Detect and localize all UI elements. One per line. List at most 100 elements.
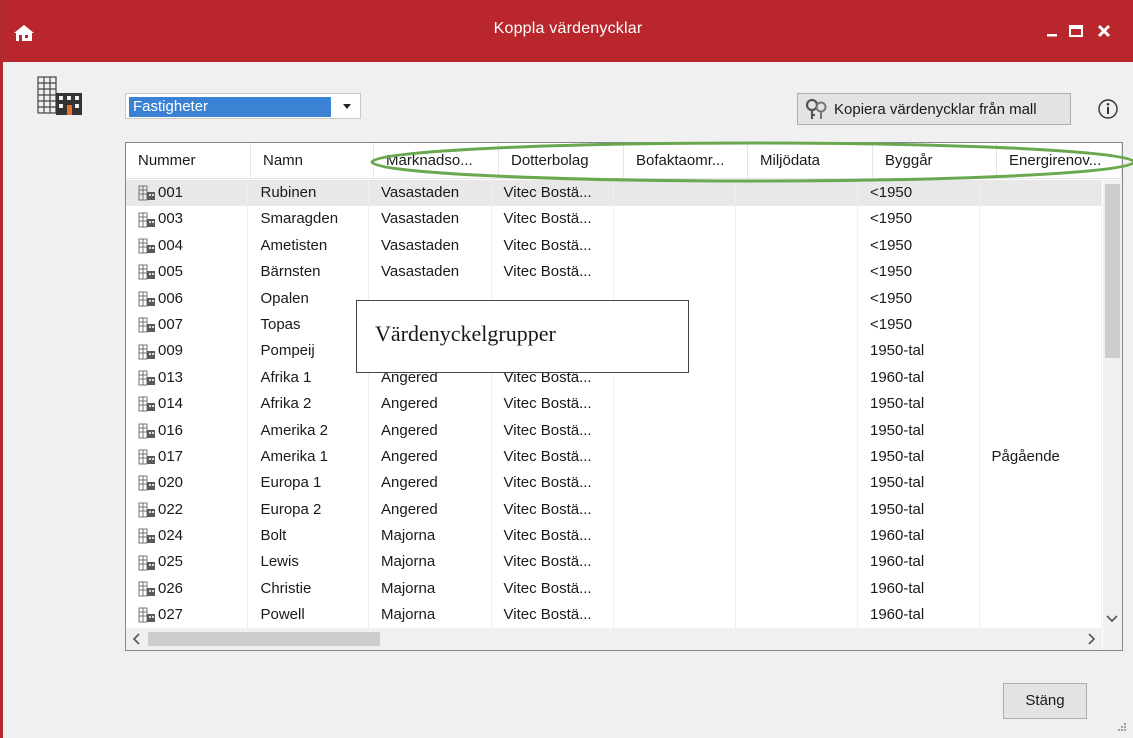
- table-cell: [736, 496, 858, 524]
- table-cell: 013: [126, 364, 249, 392]
- property-number: 025: [158, 553, 184, 571]
- table-cell: 024: [126, 523, 249, 550]
- property-icon: [138, 238, 156, 254]
- table-row[interactable]: 024 Bolt Majorna Vitec Bostä... 1960-tal: [126, 523, 1102, 550]
- table-cell: [614, 575, 736, 603]
- table-cell: [736, 602, 858, 629]
- resize-grip-icon[interactable]: [1115, 720, 1127, 732]
- table-cell: 004: [126, 232, 249, 260]
- column-header[interactable]: Energirenov...: [997, 143, 1122, 179]
- column-header[interactable]: Bofaktaomr...: [624, 143, 748, 179]
- category-select[interactable]: Fastigheter: [125, 93, 361, 119]
- table-cell: Vitec Bostä...: [492, 232, 614, 260]
- scroll-down-icon[interactable]: [1106, 614, 1118, 624]
- table-row[interactable]: 017 Amerika 1 Angered Vitec Bostä... 1950-ta…: [126, 443, 1102, 471]
- table-cell: <1950: [858, 180, 980, 207]
- table-cell: Afrika 2: [248, 391, 370, 418]
- close-button[interactable]: Stäng: [1003, 683, 1087, 719]
- annotation-callout: Värdenyckelgrupper: [356, 300, 689, 373]
- table-cell: [736, 523, 858, 550]
- table-cell: Vitec Bostä...: [492, 549, 614, 576]
- table-cell: 1950-tal: [858, 496, 980, 524]
- vertical-scroll-thumb[interactable]: [1105, 184, 1120, 358]
- table-cell: 1960-tal: [858, 575, 980, 603]
- table-cell: Majorna: [369, 575, 492, 603]
- table-row[interactable]: 022 Europa 2 Angered Vitec Bostä... 1950-tal: [126, 496, 1102, 524]
- property-icon: [138, 264, 156, 280]
- property-number: 005: [158, 263, 184, 281]
- table-cell: [736, 470, 858, 497]
- property-icon: [138, 423, 156, 439]
- table-cell: 005: [126, 259, 249, 286]
- table-cell: [736, 259, 858, 286]
- table-cell: Majorna: [369, 523, 492, 550]
- table-cell: [614, 259, 736, 286]
- close-icon[interactable]: [1093, 20, 1115, 42]
- table-cell: Ametisten: [248, 232, 370, 260]
- table-cell: 1950-tal: [858, 391, 980, 418]
- table-cell: 027: [126, 602, 249, 629]
- table-row[interactable]: 001 Rubinen Vasastaden Vitec Bostä... <1950: [126, 180, 1102, 207]
- table-cell: [980, 206, 1102, 233]
- chevron-down-icon[interactable]: [334, 94, 360, 118]
- table-cell: [980, 364, 1102, 392]
- table-cell: [980, 338, 1102, 365]
- property-icon: [138, 317, 156, 333]
- table-cell: [614, 443, 736, 471]
- table-row[interactable]: 020 Europa 1 Angered Vitec Bostä... 1950-tal: [126, 470, 1102, 497]
- property-number: 026: [158, 579, 184, 597]
- property-icon: [138, 607, 156, 623]
- info-icon[interactable]: [1097, 98, 1119, 120]
- table-row[interactable]: 014 Afrika 2 Angered Vitec Bostä... 1950-tal: [126, 391, 1102, 418]
- table-cell: Smaragden: [248, 206, 370, 233]
- table-cell: [980, 549, 1102, 576]
- column-header[interactable]: Byggår: [873, 143, 997, 179]
- table-cell: 1950-tal: [858, 443, 980, 471]
- column-header[interactable]: Nummer: [126, 143, 251, 179]
- property-icon: [138, 555, 156, 571]
- table-cell: 006: [126, 285, 249, 312]
- table-cell: Christie: [248, 575, 370, 603]
- table-cell: Majorna: [369, 602, 492, 629]
- table-cell: Vitec Bostä...: [492, 206, 614, 233]
- table-header: Nummer Namn Marknadso... Dotterbolag Bofakta…: [126, 143, 1122, 179]
- table-cell: [980, 285, 1102, 312]
- property-icon: [138, 370, 156, 386]
- table-cell: Vitec Bostä...: [492, 523, 614, 550]
- table-cell: <1950: [858, 232, 980, 260]
- properties-table[interactable]: Nummer Namn Marknadso... Dotterbolag Bofakta…: [125, 142, 1123, 651]
- scroll-left-icon[interactable]: [132, 633, 142, 645]
- title-bar[interactable]: Koppla värdenycklar: [3, 0, 1133, 62]
- property-number: 013: [158, 368, 184, 386]
- column-header[interactable]: Marknadso...: [374, 143, 499, 179]
- table-row[interactable]: 003 Smaragden Vasastaden Vitec Bostä... <195…: [126, 206, 1102, 233]
- table-cell: [980, 470, 1102, 497]
- table-row[interactable]: 005 Bärnsten Vasastaden Vitec Bostä... <1950: [126, 259, 1102, 286]
- table-row[interactable]: 026 Christie Majorna Vitec Bostä... 1960-tal: [126, 575, 1102, 603]
- table-cell: [736, 417, 858, 444]
- table-cell: 1950-tal: [858, 417, 980, 444]
- minimize-icon[interactable]: [1041, 20, 1063, 42]
- table-row[interactable]: 016 Amerika 2 Angered Vitec Bostä... 1950-ta…: [126, 417, 1102, 444]
- table-cell: 009: [126, 338, 249, 365]
- horizontal-scroll-thumb[interactable]: [148, 632, 380, 646]
- table-cell: [736, 364, 858, 392]
- column-header[interactable]: Namn: [251, 143, 374, 179]
- maximize-icon[interactable]: [1065, 20, 1087, 42]
- table-row[interactable]: 025 Lewis Majorna Vitec Bostä... 1960-tal: [126, 549, 1102, 576]
- table-cell: Vasastaden: [369, 259, 492, 286]
- column-header[interactable]: Miljödata: [748, 143, 873, 179]
- scroll-right-icon[interactable]: [1086, 633, 1096, 645]
- table-row[interactable]: 027 Powell Majorna Vitec Bostä... 1960-tal: [126, 602, 1102, 629]
- table-cell: <1950: [858, 206, 980, 233]
- vertical-scrollbar[interactable]: [1103, 180, 1122, 628]
- column-header[interactable]: Dotterbolag: [499, 143, 624, 179]
- table-cell: Topas: [248, 311, 370, 339]
- table-cell: [614, 470, 736, 497]
- copy-keys-from-template-button[interactable]: Kopiera värdenycklar från mall: [797, 93, 1071, 125]
- table-cell: Vasastaden: [369, 206, 492, 233]
- table-cell: Angered: [369, 391, 492, 418]
- table-row[interactable]: 004 Ametisten Vasastaden Vitec Bostä... <195…: [126, 232, 1102, 260]
- horizontal-scrollbar[interactable]: [126, 628, 1102, 650]
- table-cell: 001: [126, 180, 249, 207]
